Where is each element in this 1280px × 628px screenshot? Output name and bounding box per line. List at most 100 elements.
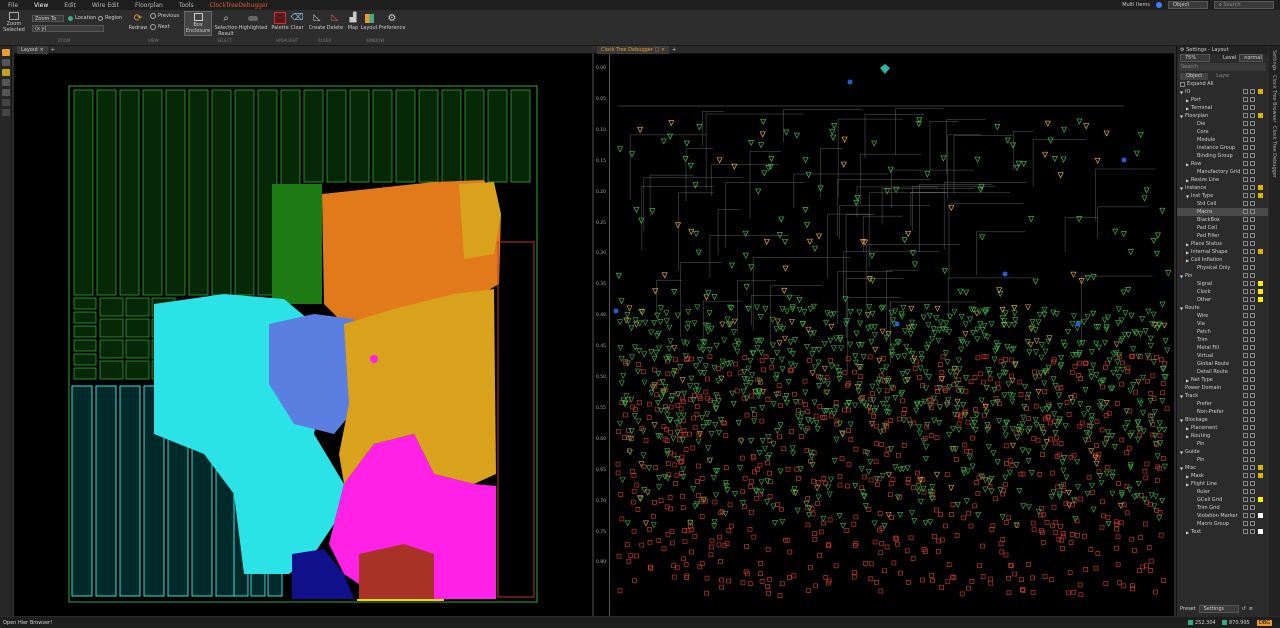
selectable-checkbox[interactable]	[1250, 377, 1255, 382]
tree-item[interactable]: Instance Group	[1177, 144, 1268, 152]
tab-object[interactable]: Object	[1180, 72, 1209, 80]
selectable-checkbox[interactable]	[1250, 409, 1255, 414]
selectable-checkbox[interactable]	[1250, 113, 1255, 118]
rail-clock-tree-browser[interactable]: Clock Tree Browser	[1271, 75, 1277, 122]
tree-item[interactable]: ▼ Route	[1177, 304, 1268, 312]
tree-item[interactable]: Non-Prefer	[1177, 408, 1268, 416]
tree-item[interactable]: Std Cell	[1177, 200, 1268, 208]
selectable-checkbox[interactable]	[1250, 241, 1255, 246]
tree-item[interactable]: Global Route	[1177, 360, 1268, 368]
visible-checkbox[interactable]	[1243, 177, 1248, 182]
tree-item[interactable]: Core	[1177, 128, 1268, 136]
menu-wire-edit[interactable]: Wire Edit	[84, 2, 127, 9]
tree-item[interactable]: Clock	[1177, 288, 1268, 296]
selectable-checkbox[interactable]	[1250, 521, 1255, 526]
box-enclosure-button[interactable]: Box Enclosure	[184, 11, 212, 36]
selectable-checkbox[interactable]	[1250, 313, 1255, 318]
selectable-checkbox[interactable]	[1250, 465, 1255, 470]
selectable-checkbox[interactable]	[1250, 145, 1255, 150]
visible-checkbox[interactable]	[1243, 289, 1248, 294]
tree-item[interactable]: ▶ Cell Inflation	[1177, 256, 1268, 264]
tab-layout[interactable]: Layout ×	[17, 45, 48, 54]
visible-checkbox[interactable]	[1243, 329, 1248, 334]
tree-item[interactable]: Pad Filler	[1177, 232, 1268, 240]
visible-checkbox[interactable]	[1243, 377, 1248, 382]
color-swatch[interactable]	[1258, 473, 1263, 478]
visible-checkbox[interactable]	[1243, 153, 1248, 158]
unlock-icon[interactable]	[2, 109, 10, 116]
visible-checkbox[interactable]	[1243, 193, 1248, 198]
chip-icon[interactable]	[2, 89, 10, 96]
tree-item[interactable]: ▼ Floorplan	[1177, 112, 1268, 120]
selectable-checkbox[interactable]	[1250, 417, 1255, 422]
clock-tree-canvas[interactable]	[610, 54, 1172, 616]
color-swatch[interactable]	[1258, 193, 1263, 198]
visible-checkbox[interactable]	[1243, 513, 1248, 518]
selectable-checkbox[interactable]	[1250, 385, 1255, 390]
selectable-checkbox[interactable]	[1250, 457, 1255, 462]
selectable-checkbox[interactable]	[1250, 201, 1255, 206]
tree-item[interactable]: GCell Grid	[1177, 496, 1268, 504]
menu-tools[interactable]: Tools	[171, 2, 202, 9]
visible-checkbox[interactable]	[1243, 369, 1248, 374]
tree-item[interactable]: Detail Route	[1177, 368, 1268, 376]
tree-item[interactable]: Violation Marker	[1177, 512, 1268, 520]
visible-checkbox[interactable]	[1243, 241, 1248, 246]
rail-clock-tree-debugger[interactable]: Clock Tree Debugger	[1271, 126, 1277, 178]
map-button[interactable]: ▟ Map	[346, 12, 360, 31]
selectable-checkbox[interactable]	[1250, 289, 1255, 294]
visible-checkbox[interactable]	[1243, 449, 1248, 454]
selectable-checkbox[interactable]	[1250, 497, 1255, 502]
visible-checkbox[interactable]	[1243, 481, 1248, 486]
selectable-checkbox[interactable]	[1250, 97, 1255, 102]
tree-item[interactable]: ▶ Port	[1177, 96, 1268, 104]
selectable-checkbox[interactable]	[1250, 209, 1255, 214]
visible-checkbox[interactable]	[1243, 489, 1248, 494]
tree-item[interactable]: Pad Cell	[1177, 224, 1268, 232]
selectable-checkbox[interactable]	[1250, 161, 1255, 166]
tree-item[interactable]: ▼ Guide	[1177, 448, 1268, 456]
selectable-checkbox[interactable]	[1250, 505, 1255, 510]
clock-tree-debugger-panel[interactable]: Clock Tree Debugger ▢ × + 0.00 0.05 0.10 0.…	[594, 45, 1174, 616]
visible-checkbox[interactable]	[1243, 417, 1248, 422]
tree-item[interactable]: ▼ Inst Type	[1177, 192, 1268, 200]
zoom-selected-button[interactable]: Zoom Selected	[3, 12, 25, 33]
wrench-icon[interactable]	[2, 59, 10, 66]
visible-checkbox[interactable]	[1243, 217, 1248, 222]
visible-checkbox[interactable]	[1243, 297, 1248, 302]
tree-item[interactable]: Binding Group	[1177, 152, 1268, 160]
tree-item[interactable]: BlackBox	[1177, 216, 1268, 224]
selectable-checkbox[interactable]	[1250, 369, 1255, 374]
selectable-checkbox[interactable]	[1250, 305, 1255, 310]
visible-checkbox[interactable]	[1243, 345, 1248, 350]
layout-button[interactable]: Layout	[361, 12, 378, 31]
menu-view[interactable]: View	[26, 2, 56, 9]
selectable-checkbox[interactable]	[1250, 265, 1255, 270]
zoom-to-select[interactable]: Zoom To	[32, 15, 64, 22]
tree-item[interactable]: Pin	[1177, 456, 1268, 464]
preference-button[interactable]: ⚙ Preference	[379, 12, 406, 32]
next-button[interactable]: Next	[150, 24, 170, 30]
search-input[interactable]: ⌕ Search	[1214, 1, 1274, 9]
tree-item[interactable]: Trim	[1177, 336, 1268, 344]
zoom-select[interactable]: 75%	[1180, 54, 1210, 62]
selectable-checkbox[interactable]	[1250, 393, 1255, 398]
selectable-checkbox[interactable]	[1250, 217, 1255, 222]
visible-checkbox[interactable]	[1243, 337, 1248, 342]
selectable-checkbox[interactable]	[1250, 273, 1255, 278]
color-swatch[interactable]	[1258, 465, 1263, 470]
tree-item[interactable]: ▼ Track	[1177, 392, 1268, 400]
create-button[interactable]: ◺ Create	[308, 12, 326, 31]
selectable-checkbox[interactable]	[1250, 129, 1255, 134]
tree-item[interactable]: Metal Fill	[1177, 344, 1268, 352]
selectable-checkbox[interactable]	[1250, 489, 1255, 494]
layout-panel[interactable]: Layout × +	[14, 45, 592, 616]
selectable-checkbox[interactable]	[1250, 425, 1255, 430]
tree-item[interactable]: Wire	[1177, 312, 1268, 320]
visible-checkbox[interactable]	[1243, 105, 1248, 110]
tree-item[interactable]: ▶ Place Status	[1177, 240, 1268, 248]
visible-checkbox[interactable]	[1243, 441, 1248, 446]
tree-item[interactable]: Trim Grid	[1177, 504, 1268, 512]
visible-checkbox[interactable]	[1243, 145, 1248, 150]
tree-item[interactable]: Virtual	[1177, 352, 1268, 360]
